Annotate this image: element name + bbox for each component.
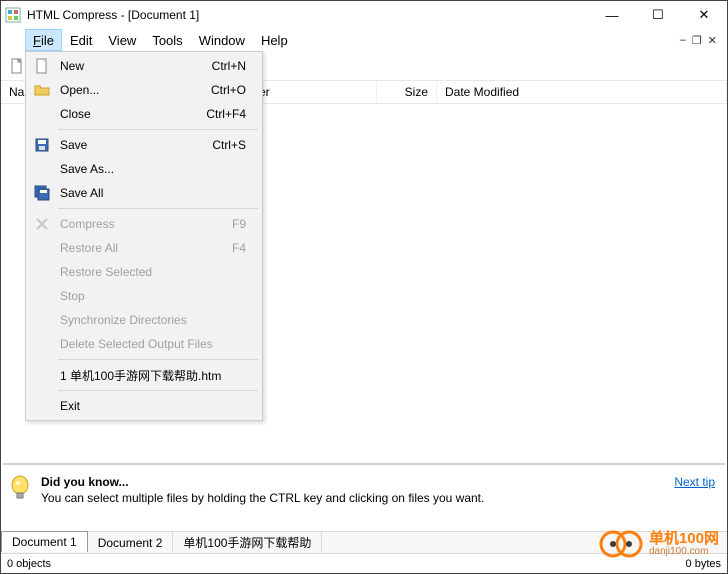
menu-help[interactable]: Help <box>253 29 296 51</box>
tips-title: Did you know... <box>41 475 674 489</box>
maximize-button[interactable]: ☐ <box>635 1 681 29</box>
column-size[interactable]: Size <box>377 81 437 103</box>
menu-recent-file[interactable]: 1 单机100手游网下载帮助.htm <box>28 363 260 387</box>
menu-file[interactable]: File <box>25 29 62 51</box>
menu-separator <box>58 359 258 360</box>
menu-sync-dirs: Synchronize Directories <box>28 308 260 332</box>
menu-save-all[interactable]: Save All <box>28 181 260 205</box>
mdi-controls: – ❐ ✕ <box>680 29 727 51</box>
save-all-icon <box>28 185 56 201</box>
minimize-button[interactable]: — <box>589 1 635 29</box>
menu-restore-selected: Restore Selected <box>28 260 260 284</box>
menu-delete-output: Delete Selected Output Files <box>28 332 260 356</box>
menu-tools[interactable]: Tools <box>144 29 190 51</box>
tab-document-1[interactable]: Document 1 <box>1 531 88 552</box>
menu-window[interactable]: Window <box>191 29 253 51</box>
menu-new[interactable]: New Ctrl+N <box>28 54 260 78</box>
new-document-icon <box>28 58 56 74</box>
menu-save-as[interactable]: Save As... <box>28 157 260 181</box>
menu-open[interactable]: Open... Ctrl+O <box>28 78 260 102</box>
menu-view[interactable]: View <box>100 29 144 51</box>
mdi-restore-button[interactable]: ❐ <box>692 34 702 47</box>
tips-panel: Did you know... You can select multiple … <box>3 463 725 531</box>
tab-document-2[interactable]: Document 2 <box>88 532 174 553</box>
menu-edit[interactable]: Edit <box>62 29 100 51</box>
tab-document-3[interactable]: 单机100手游网下载帮助 <box>173 532 322 553</box>
menu-stop: Stop <box>28 284 260 308</box>
menu-compress: Compress F9 <box>28 212 260 236</box>
menu-bar: File Edit View Tools Window Help – ❐ ✕ <box>1 29 727 51</box>
open-folder-icon <box>28 82 56 98</box>
document-tabs: Document 1 Document 2 单机100手游网下载帮助 <box>1 531 727 553</box>
title-bar: HTML Compress - [Document 1] — ☐ ✕ <box>1 1 727 29</box>
column-date[interactable]: Date Modified <box>437 81 727 103</box>
status-bytes: 0 bytes <box>686 558 721 570</box>
menu-save[interactable]: Save Ctrl+S <box>28 133 260 157</box>
window-title: HTML Compress - [Document 1] <box>27 8 589 22</box>
menu-separator <box>58 208 258 209</box>
window-controls: — ☐ ✕ <box>589 1 727 29</box>
tips-body: Did you know... You can select multiple … <box>35 471 674 527</box>
file-menu-dropdown: New Ctrl+N Open... Ctrl+O Close Ctrl+F4 … <box>25 51 263 421</box>
compress-icon <box>28 216 56 232</box>
menu-separator <box>58 390 258 391</box>
app-icon <box>5 7 21 23</box>
mdi-minimize-button[interactable]: – <box>680 34 686 46</box>
menu-exit[interactable]: Exit <box>28 394 260 418</box>
menu-restore-all: Restore All F4 <box>28 236 260 260</box>
next-tip-link[interactable]: Next tip <box>674 471 715 489</box>
save-icon <box>28 137 56 153</box>
mdi-close-button[interactable]: ✕ <box>708 34 717 47</box>
menu-separator <box>58 129 258 130</box>
tips-text: You can select multiple files by holding… <box>41 491 674 505</box>
lightbulb-icon <box>5 471 35 527</box>
menu-close[interactable]: Close Ctrl+F4 <box>28 102 260 126</box>
status-object-count: 0 objects <box>7 558 63 570</box>
close-button[interactable]: ✕ <box>681 1 727 29</box>
column-folder[interactable]: er <box>251 81 377 103</box>
status-bar: 0 objects 0 bytes <box>1 553 727 573</box>
